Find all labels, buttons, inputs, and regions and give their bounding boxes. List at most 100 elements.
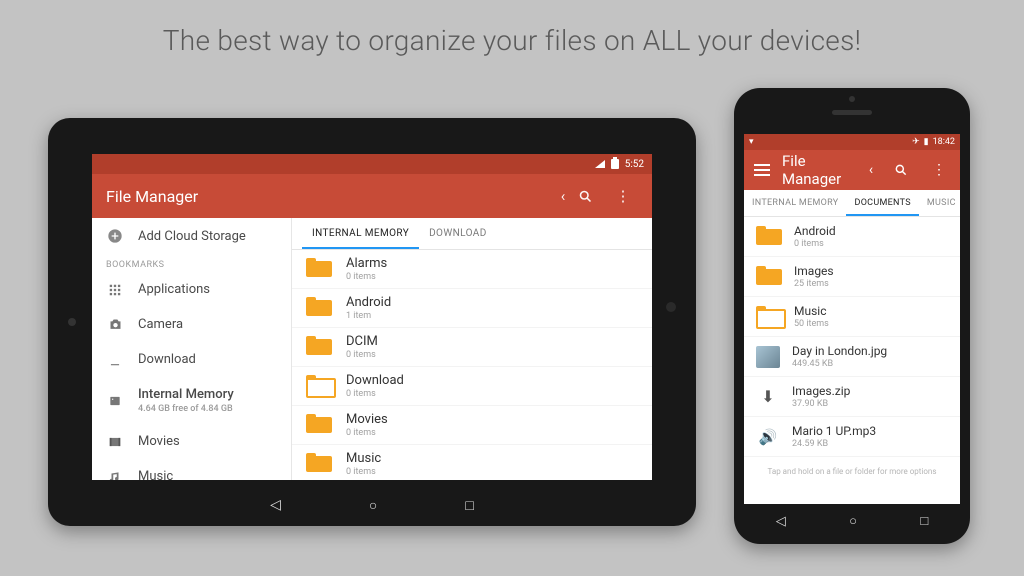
battery-icon <box>611 159 619 169</box>
nav-home-icon[interactable]: ○ <box>369 497 377 514</box>
folder-row[interactable]: Music0 items <box>292 445 652 480</box>
folder-row[interactable]: Alarms0 items <box>292 250 652 289</box>
sidebar-item-applications[interactable]: Applications <box>92 272 291 307</box>
file-name: DCIM <box>346 334 378 349</box>
tablet-file-list[interactable]: Alarms0 items Android1 item DCIM0 items … <box>292 250 652 480</box>
file-name: Images.zip <box>792 384 850 398</box>
folder-row[interactable]: DCIM0 items <box>292 328 652 367</box>
sidebar-item-camera[interactable]: Camera <box>92 307 291 342</box>
status-time: 5:52 <box>625 159 644 170</box>
folder-row[interactable]: Android0 items <box>744 217 960 257</box>
phone-tabs: INTERNAL MEMORY DOCUMENTS MUSIC <box>744 190 960 217</box>
tablet-screen: 5:52 File Manager ‹ ⋮ Add Cloud Storage … <box>92 154 652 480</box>
tablet-system-nav: ◁ ○ □ <box>92 488 652 522</box>
nav-recents-icon[interactable]: □ <box>920 513 928 529</box>
tablet-main-panel: INTERNAL MEMORY DOWNLOAD Alarms0 items A… <box>292 218 652 480</box>
overflow-menu-icon[interactable]: ⋮ <box>608 187 638 205</box>
audio-icon: 🔊 <box>756 426 780 448</box>
phone-device-frame: ▾ ✈ ▮ 18:42 File Manager ‹ ⋮ INTERNAL ME… <box>734 88 970 544</box>
tab-music[interactable]: MUSIC <box>919 190 960 216</box>
folder-row[interactable]: Movies0 items <box>292 406 652 445</box>
search-icon[interactable] <box>894 163 916 177</box>
folder-icon <box>756 266 782 288</box>
folder-row[interactable]: Download0 items <box>292 367 652 406</box>
tab-internal-memory[interactable]: INTERNAL MEMORY <box>302 218 419 249</box>
nav-back-icon[interactable]: ◁ <box>776 514 786 529</box>
battery-icon: ▮ <box>924 137 929 147</box>
folder-icon <box>306 297 332 319</box>
bookmarks-header: BOOKMARKS <box>92 254 291 272</box>
sidebar-item-music[interactable]: Music <box>92 459 291 480</box>
grid-icon <box>106 283 124 297</box>
folder-row[interactable]: Android1 item <box>292 289 652 328</box>
plus-circle-icon <box>106 228 124 244</box>
image-thumbnail-icon <box>756 346 780 368</box>
back-icon[interactable]: ‹ <box>548 187 578 205</box>
file-sublabel: 0 items <box>346 428 388 438</box>
nav-back-icon[interactable]: ◁ <box>270 497 281 513</box>
tablet-camera-dot <box>68 318 76 326</box>
file-row[interactable]: 🔊 Mario 1 UP.mp324.59 KB <box>744 417 960 457</box>
marketing-headline: The best way to organize your files on A… <box>0 0 1024 77</box>
camera-icon <box>106 317 124 332</box>
file-sublabel: 0 items <box>346 272 387 282</box>
folder-row[interactable]: Images25 items <box>744 257 960 297</box>
file-sublabel: 0 items <box>794 239 836 249</box>
overflow-menu-icon[interactable]: ⋮ <box>928 162 950 178</box>
file-sublabel: 37.90 KB <box>792 399 850 409</box>
phone-system-nav: ◁ ○ □ <box>744 508 960 534</box>
notification-icon: ▾ <box>749 137 754 147</box>
sidebar-item-movies[interactable]: Movies <box>92 424 291 459</box>
sidebar-label: Applications <box>138 282 210 297</box>
phone-speaker <box>832 110 872 115</box>
tablet-tabs: INTERNAL MEMORY DOWNLOAD <box>292 218 652 250</box>
tab-download[interactable]: DOWNLOAD <box>419 218 497 249</box>
app-title: File Manager <box>782 152 848 188</box>
archive-icon: ⬇ <box>756 386 780 408</box>
file-name: Music <box>346 451 381 466</box>
phone-file-list[interactable]: Android0 items Images25 items Music50 it… <box>744 217 960 486</box>
file-name: Mario 1 UP.mp3 <box>792 424 876 438</box>
file-row[interactable]: Day in London.jpg449.45 KB <box>744 337 960 377</box>
phone-camera-dot <box>849 96 855 102</box>
storage-sublabel: 4.64 GB free of 4.84 GB <box>138 404 234 414</box>
sidebar-label: Internal Memory <box>138 387 234 402</box>
phone-app-bar: File Manager ‹ ⋮ <box>744 150 960 190</box>
file-row[interactable]: ⬇ Images.zip37.90 KB <box>744 377 960 417</box>
folder-row[interactable]: Music50 items <box>744 297 960 337</box>
file-name: Android <box>346 295 391 310</box>
back-icon[interactable]: ‹ <box>860 162 882 178</box>
tablet-device-frame: 5:52 File Manager ‹ ⋮ Add Cloud Storage … <box>48 118 696 526</box>
sidebar-label: Movies <box>138 434 180 449</box>
add-cloud-label: Add Cloud Storage <box>138 229 246 244</box>
tablet-app-bar: File Manager ‹ ⋮ <box>92 174 652 218</box>
file-sublabel: 0 items <box>346 467 381 477</box>
add-cloud-storage[interactable]: Add Cloud Storage <box>92 218 291 254</box>
search-icon[interactable] <box>578 189 608 204</box>
file-sublabel: 24.59 KB <box>792 439 876 449</box>
folder-icon <box>306 258 332 280</box>
nav-home-icon[interactable]: ○ <box>849 513 857 529</box>
sidebar-label: Download <box>138 352 196 367</box>
sidebar-item-download[interactable]: Download <box>92 342 291 377</box>
sidebar-item-internal-memory[interactable]: Internal Memory 4.64 GB free of 4.84 GB <box>92 377 291 424</box>
tablet-sensor-dot <box>666 302 676 312</box>
tab-internal-memory[interactable]: INTERNAL MEMORY <box>744 190 846 216</box>
sidebar-label: Camera <box>138 317 183 332</box>
hamburger-menu-icon[interactable] <box>754 164 770 176</box>
file-name: Images <box>794 264 834 278</box>
file-sublabel: 50 items <box>794 319 829 329</box>
file-name: Alarms <box>346 256 387 271</box>
tab-documents[interactable]: DOCUMENTS <box>846 190 918 216</box>
nav-recents-icon[interactable]: □ <box>465 497 473 514</box>
folder-icon <box>306 375 332 397</box>
file-name: Android <box>794 224 836 238</box>
music-icon <box>106 470 124 481</box>
download-icon <box>106 353 124 367</box>
folder-icon <box>756 306 782 328</box>
folder-icon <box>756 226 782 248</box>
file-name: Day in London.jpg <box>792 344 887 358</box>
tablet-sidebar: Add Cloud Storage BOOKMARKS Applications… <box>92 218 292 480</box>
file-sublabel: 0 items <box>346 389 404 399</box>
movie-icon <box>106 435 124 449</box>
